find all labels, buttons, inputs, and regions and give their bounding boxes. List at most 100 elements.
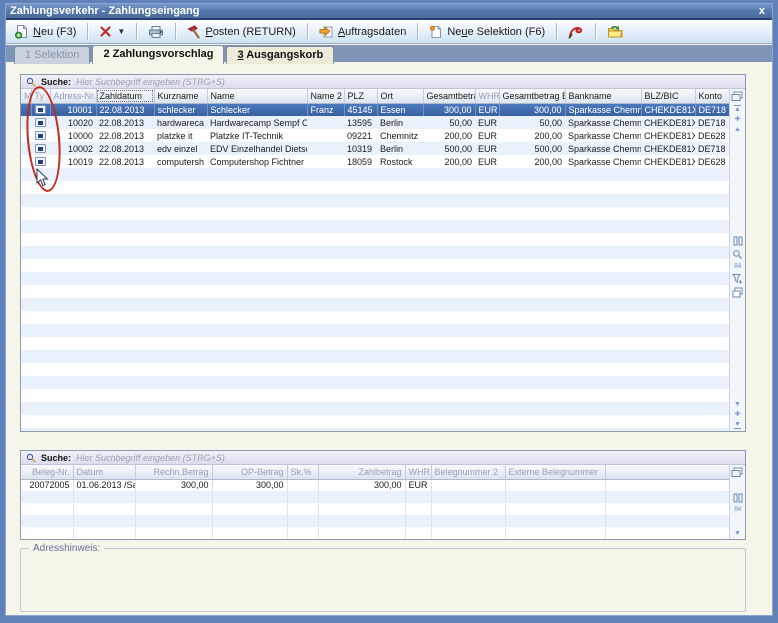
column-chooser-icon[interactable] — [730, 90, 744, 103]
search-label: Suche: — [41, 453, 71, 463]
search-placeholder: Hier Suchbegriff eingeben (STRG+S) — [76, 453, 225, 463]
empty-grid-row — [21, 363, 729, 376]
column-header[interactable]: OP-Betrag — [212, 465, 287, 479]
search-bar[interactable]: Suche: Hier Suchbegriff eingeben (STRG+S… — [21, 451, 745, 465]
column-header[interactable]: Zahlbetrag — [318, 465, 405, 479]
empty-grid-row — [21, 337, 729, 350]
goto-row-icon[interactable]: 84 — [734, 506, 741, 513]
empty-grid-row — [21, 389, 729, 402]
payment-type-icon — [35, 144, 46, 153]
payment-type-icon — [35, 131, 46, 140]
column-header[interactable]: PLZ — [344, 89, 377, 103]
grid-body: MTyAdress-Nr.ZahldatumKurznameNameName 2… — [21, 89, 729, 431]
column-header[interactable]: Ort — [377, 89, 423, 103]
tab-selektion[interactable]: 1 Selektion — [14, 46, 90, 64]
grid-row[interactable]: 1001922.08.2013computershComputershop Fi… — [21, 155, 729, 168]
tab-zahlungsvorschlag[interactable]: 2 Zahlungsvorschlag — [92, 45, 224, 64]
new-page-plus-icon — [14, 24, 29, 39]
empty-grid-row — [21, 233, 729, 246]
printer-icon — [148, 25, 164, 39]
split-columns-icon[interactable] — [733, 236, 743, 246]
column-header[interactable]: BLZ/BIC — [641, 89, 695, 103]
scroll-top-icon[interactable]: ▲ — [734, 105, 741, 113]
column-header[interactable]: Adress-Nr. — [50, 89, 96, 103]
empty-grid-row — [21, 220, 729, 233]
column-header[interactable]: Zahldatum — [96, 89, 154, 103]
empty-grid-row — [21, 428, 729, 431]
delete-button[interactable]: ▼ — [93, 22, 131, 41]
scroll-down-icon[interactable]: ▼ — [734, 401, 741, 408]
toolbar-separator — [556, 23, 557, 40]
print-button[interactable] — [142, 22, 170, 42]
column-header[interactable]: Gesamtbetrag Euro — [499, 89, 565, 103]
column-header[interactable]: Kurzname — [154, 89, 207, 103]
column-header[interactable]: Ty — [31, 89, 50, 103]
split-columns-icon[interactable] — [733, 493, 743, 503]
empty-grid-row — [21, 376, 729, 389]
titlebar: Zahlungsverkehr - Zahlungseingang x — [4, 3, 774, 18]
empty-grid-row — [21, 181, 729, 194]
scroll-up-icon[interactable]: ▲ — [734, 126, 741, 133]
toolbar: Neu (F3) ▼ Posten (RETURN) — [4, 20, 774, 44]
folder-button[interactable] — [601, 22, 630, 42]
filter-icon[interactable] — [732, 273, 743, 284]
auftragsdaten-button[interactable]: Auftragsdaten — [313, 22, 413, 42]
column-header[interactable]: Rechn.Betrag — [135, 465, 212, 479]
red-x-icon — [99, 25, 112, 38]
window-title: Zahlungsverkehr - Zahlungseingang — [10, 5, 199, 17]
insert-row-icon[interactable]: ✚ — [735, 116, 741, 123]
column-header[interactable]: Konto — [695, 89, 729, 103]
empty-grid-row — [21, 515, 729, 527]
search-label: Suche: — [41, 77, 71, 87]
zahlungsvorschlag-grid: Suche: Hier Suchbegriff eingeben (STRG+S… — [20, 74, 746, 432]
insert-row-icon[interactable]: ✚ — [735, 411, 741, 418]
grid-nav-strip: ▲ ✚ ▲ 84 ▼ ✚ ▼ — [729, 89, 745, 431]
column-header[interactable]: Name 2 — [307, 89, 344, 103]
grid-row[interactable]: 1000222.08.2013edv einzelEDV Einzelhande… — [21, 142, 729, 155]
close-button[interactable]: x — [756, 5, 768, 17]
column-header[interactable]: Sk.% — [287, 465, 318, 479]
empty-grid-row — [21, 246, 729, 259]
column-header[interactable]: Datum — [73, 465, 135, 479]
empty-grid-row — [21, 350, 729, 363]
column-header[interactable]: Externe Belegnummer — [505, 465, 605, 479]
new-button[interactable]: Neu (F3) — [8, 21, 82, 42]
empty-grid-row — [21, 207, 729, 220]
empty-grid-row — [21, 415, 729, 428]
column-header[interactable]: Name — [207, 89, 307, 103]
grid-row[interactable]: 1000122.08.2013schleckerSchleckerFranz45… — [21, 103, 729, 116]
column-header[interactable]: Beleg-Nr. — [21, 465, 73, 479]
search-bar[interactable]: Suche: Hier Suchbegriff eingeben (STRG+S… — [21, 75, 745, 89]
column-header[interactable]: WHR — [475, 89, 499, 103]
payment-type-icon — [35, 105, 46, 114]
posten-button[interactable]: Posten (RETURN) — [181, 22, 301, 42]
search-rows-icon[interactable] — [732, 249, 743, 260]
column-header[interactable] — [605, 465, 729, 479]
grid-row[interactable]: 2007200501.06.2013 /Sa300,00300,00300,00… — [21, 479, 729, 491]
empty-grid-row — [21, 324, 729, 337]
grid-settings-icon[interactable] — [732, 287, 743, 298]
column-header[interactable]: Bankname — [565, 89, 641, 103]
whip-button[interactable] — [562, 21, 590, 42]
toolbar-separator — [595, 23, 596, 40]
toolbar-separator — [136, 23, 137, 40]
grid-row[interactable]: 1000022.08.2013platzke itPlatzke IT-Tech… — [21, 129, 729, 142]
tab-bar: 1 Selektion 2 Zahlungsvorschlag 3 Ausgan… — [14, 45, 336, 64]
scroll-down-icon[interactable]: ▼ — [734, 530, 741, 537]
open-items-table: Beleg-Nr.DatumRechn.BetragOP-BetragSk.%Z… — [21, 465, 729, 539]
column-header[interactable]: Gesamtbetrag — [423, 89, 475, 103]
column-header[interactable]: M — [21, 89, 31, 103]
column-header[interactable]: Belegnummer 2 — [431, 465, 505, 479]
tab-ausgangskorb[interactable]: 3 Ausgangskorb — [226, 46, 334, 64]
column-chooser-icon[interactable] — [730, 466, 744, 479]
search-icon — [26, 453, 36, 463]
scroll-bottom-icon[interactable]: ▼ — [734, 421, 741, 429]
empty-grid-row — [21, 259, 729, 272]
empty-grid-row — [21, 311, 729, 324]
dropdown-caret-icon[interactable]: ▼ — [117, 27, 125, 36]
empty-grid-row — [21, 298, 729, 311]
column-header[interactable]: WHR — [405, 465, 431, 479]
grid-row[interactable]: 1002022.08.2013hardwarecaHardwarecamp Se… — [21, 116, 729, 129]
goto-row-icon[interactable]: 84 — [734, 263, 741, 270]
neue-selektion-button[interactable]: Neue Selektion (F6) — [423, 22, 551, 42]
